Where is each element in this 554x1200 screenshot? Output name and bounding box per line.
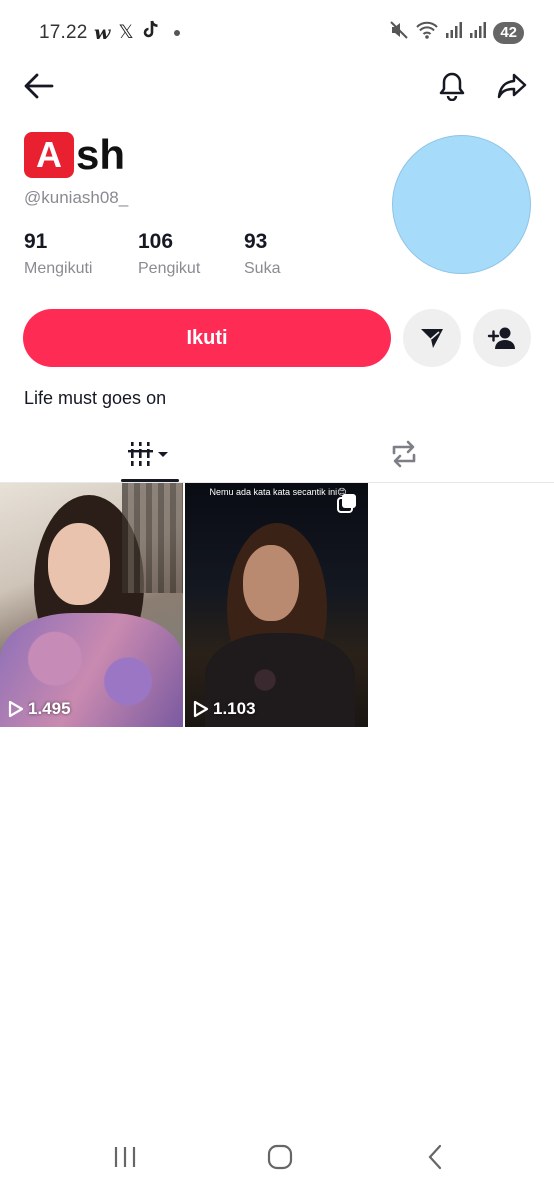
w-icon: w bbox=[94, 21, 111, 44]
stat-following[interactable]: 91 Mengikuti bbox=[24, 230, 138, 278]
stat-followers-label: Pengikut bbox=[138, 260, 201, 277]
profile-display-name: A sh bbox=[24, 132, 125, 178]
stat-following-count: 91 bbox=[24, 230, 48, 253]
name-letter-badge: A bbox=[24, 132, 74, 178]
notification-bell-button[interactable] bbox=[430, 64, 474, 108]
status-right-icons: 42 bbox=[389, 20, 524, 45]
multi-photo-icon bbox=[336, 493, 358, 520]
video-thumbnail[interactable]: Nemu ada kata kata secantik ini😊 1.103 bbox=[185, 483, 368, 727]
home-button[interactable] bbox=[258, 1135, 302, 1179]
video-grid: 1.495 Nemu ada kata kata secantik ini😊 1… bbox=[0, 483, 554, 727]
stat-likes-count: 93 bbox=[244, 230, 268, 253]
profile-stats: 91 Mengikuti 106 Pengikut 93 Suka bbox=[24, 230, 280, 278]
share-arrow-icon bbox=[497, 73, 527, 99]
notification-dot bbox=[173, 29, 180, 36]
chevron-left-icon bbox=[428, 1144, 442, 1170]
play-icon bbox=[8, 700, 24, 718]
status-left-icons: w 𝕏 bbox=[94, 20, 180, 45]
video-thumbnail[interactable]: 1.495 bbox=[0, 483, 183, 727]
tab-reposts[interactable] bbox=[376, 425, 432, 483]
avatar[interactable] bbox=[392, 135, 531, 274]
follow-button[interactable]: Ikuti bbox=[23, 309, 391, 367]
signal-icon bbox=[469, 21, 487, 44]
add-user-icon bbox=[487, 327, 515, 349]
view-count-text: 1.495 bbox=[28, 699, 71, 718]
name-text: sh bbox=[76, 131, 126, 178]
bio: Life must goes on bbox=[24, 388, 167, 408]
x-icon: 𝕏 bbox=[118, 21, 134, 43]
view-count: 1.103 bbox=[193, 699, 256, 719]
stat-likes[interactable]: 93 Suka bbox=[244, 230, 280, 278]
tiktok-icon bbox=[142, 20, 160, 45]
tab-videos[interactable] bbox=[121, 425, 179, 483]
repost-icon bbox=[392, 440, 416, 468]
battery-level: 42 bbox=[493, 21, 524, 44]
play-icon bbox=[193, 700, 209, 718]
active-tab-indicator bbox=[121, 479, 179, 482]
send-icon bbox=[421, 329, 443, 348]
mute-icon bbox=[389, 20, 409, 45]
add-friend-button[interactable] bbox=[473, 309, 531, 367]
stat-followers-count: 106 bbox=[138, 230, 174, 253]
username: @kuniash08_ bbox=[24, 188, 129, 207]
home-icon bbox=[267, 1144, 293, 1170]
stat-following-label: Mengikuti bbox=[24, 260, 93, 277]
back-nav-button[interactable] bbox=[413, 1135, 457, 1179]
recent-apps-icon bbox=[114, 1147, 136, 1167]
arrow-left-icon bbox=[24, 73, 54, 99]
system-nav-bar bbox=[0, 1130, 554, 1200]
message-button[interactable] bbox=[403, 309, 461, 367]
view-count-text: 1.103 bbox=[213, 699, 256, 718]
wifi-icon bbox=[415, 20, 439, 45]
status-time: 17.22 bbox=[39, 22, 88, 43]
bell-icon bbox=[439, 72, 465, 101]
signal-icon bbox=[445, 21, 463, 44]
share-button[interactable] bbox=[490, 64, 534, 108]
view-count: 1.495 bbox=[8, 699, 71, 719]
status-bar: 17.22 w 𝕏 42 bbox=[0, 0, 554, 66]
recent-apps-button[interactable] bbox=[103, 1135, 147, 1179]
back-button[interactable] bbox=[17, 64, 61, 108]
content-tabs bbox=[0, 425, 554, 483]
video-grid-icon bbox=[128, 442, 168, 466]
video-caption: Nemu ada kata kata secantik ini😊 bbox=[209, 487, 347, 497]
stat-likes-label: Suka bbox=[244, 260, 281, 277]
stat-followers[interactable]: 106 Pengikut bbox=[138, 230, 244, 278]
